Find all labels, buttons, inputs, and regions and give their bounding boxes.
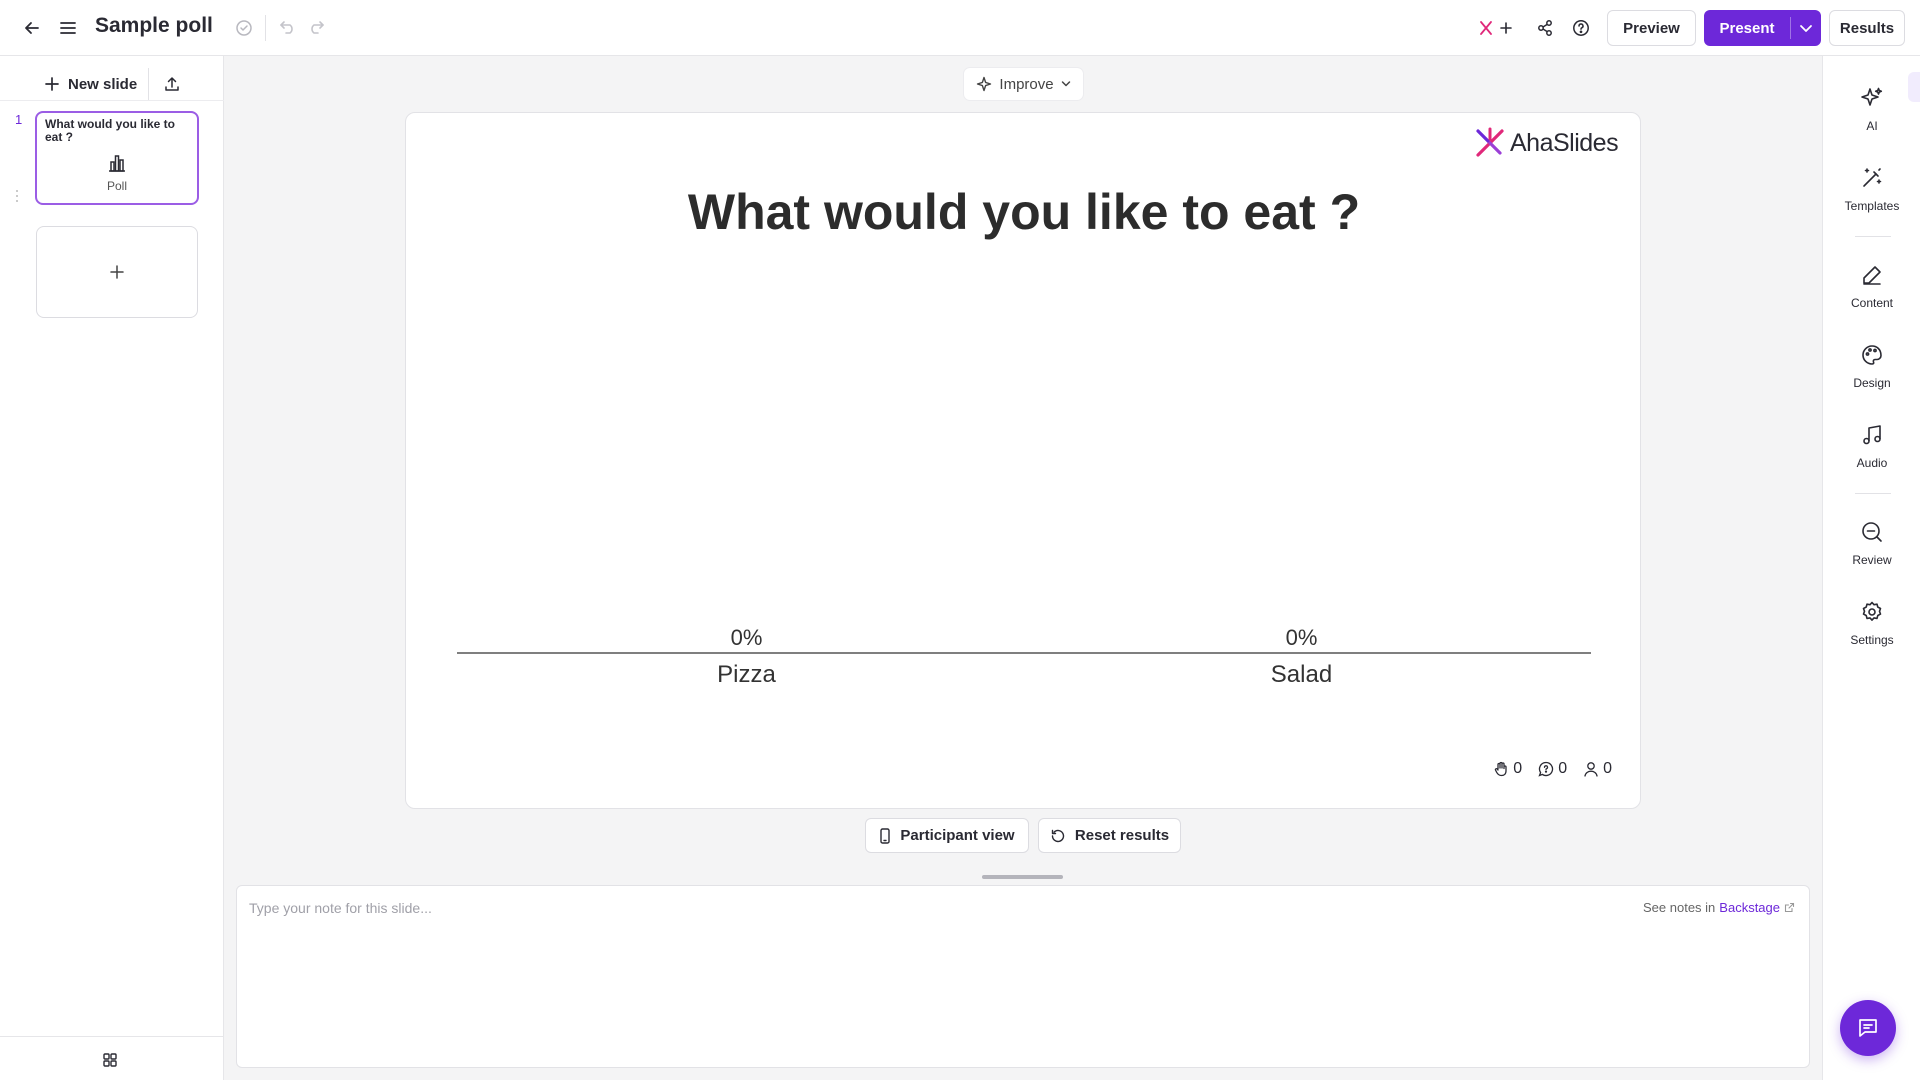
palette-icon xyxy=(1862,345,1882,365)
sparkle-icon xyxy=(977,76,992,92)
phone-icon xyxy=(880,827,891,844)
category-label: Salad xyxy=(1271,661,1332,688)
gear-icon xyxy=(1862,601,1882,621)
templates-panel-button[interactable]: Templates xyxy=(1823,166,1920,213)
participant-view-label: Participant view xyxy=(900,827,1015,844)
review-label: Review xyxy=(1852,553,1892,567)
audio-panel-button[interactable]: Audio xyxy=(1823,423,1920,470)
hand-icon xyxy=(1495,761,1507,777)
menu-icon[interactable] xyxy=(56,16,80,40)
reset-results-label: Reset results xyxy=(1074,827,1170,844)
bar-value-label: 0% xyxy=(731,625,763,650)
backstage-notes-hint: See notes in Backstage xyxy=(1643,900,1795,915)
undo-icon[interactable] xyxy=(277,16,299,38)
poll-results-chart: 0% Pizza 0% Salad xyxy=(457,625,1591,688)
questions-count: 0 xyxy=(1558,760,1568,777)
plus-icon xyxy=(110,265,124,279)
plus-icon xyxy=(45,77,59,91)
preview-button[interactable]: Preview xyxy=(1607,10,1696,46)
help-icon[interactable] xyxy=(1569,16,1593,40)
new-slide-label: New slide xyxy=(68,75,138,93)
user-icon xyxy=(1584,762,1598,777)
ai-panel-button[interactable]: AI xyxy=(1823,86,1920,133)
ai-add-icon[interactable] xyxy=(1474,15,1516,41)
speaker-notes[interactable]: Type your note for this slide... See not… xyxy=(236,885,1810,1068)
design-panel-button[interactable]: Design xyxy=(1823,343,1920,390)
improve-label: Improve xyxy=(999,75,1054,93)
slide-number: 1 xyxy=(15,112,23,127)
improve-button[interactable]: Improve xyxy=(964,68,1083,100)
divider xyxy=(148,68,149,100)
reset-icon xyxy=(1051,829,1065,842)
saved-check-icon xyxy=(233,17,255,39)
audio-label: Audio xyxy=(1856,456,1888,470)
drag-handle-icon[interactable] xyxy=(14,188,20,204)
slide-canvas[interactable]: AhaSlides What would you like to eat ? 0… xyxy=(405,112,1641,809)
pencil-icon xyxy=(1863,266,1881,285)
grid-view-icon[interactable] xyxy=(100,1050,120,1070)
design-label: Design xyxy=(1853,376,1891,390)
slide-thumbnail[interactable]: What would you like to eat ? Poll xyxy=(35,111,199,205)
backstage-link[interactable]: Backstage xyxy=(1719,900,1780,915)
chat-icon xyxy=(1859,1019,1877,1037)
notes-placeholder[interactable]: Type your note for this slide... xyxy=(249,900,432,916)
chevron-down-icon[interactable] xyxy=(1791,23,1821,33)
content-label: Content xyxy=(1850,296,1894,310)
external-link-icon xyxy=(1784,902,1795,913)
category-label: Pizza xyxy=(717,661,776,688)
back-arrow-icon[interactable] xyxy=(20,16,44,40)
document-title[interactable]: Sample poll xyxy=(95,14,213,38)
settings-label: Settings xyxy=(1850,633,1894,647)
resize-handle[interactable] xyxy=(982,875,1063,879)
divider xyxy=(0,100,224,101)
present-label: Present xyxy=(1719,19,1775,37)
content-panel-button[interactable]: Content xyxy=(1823,263,1920,310)
top-bar: Sample poll Preview Present Results xyxy=(0,0,1920,56)
magic-wand-icon xyxy=(1863,168,1882,187)
present-button[interactable]: Present xyxy=(1704,10,1821,46)
response-counters: 0 0 0 xyxy=(1494,760,1612,778)
participant-view-button[interactable]: Participant view xyxy=(865,818,1029,853)
divider xyxy=(1855,493,1891,494)
add-slide-button[interactable] xyxy=(36,226,198,318)
participants-counter: 0 xyxy=(1583,760,1612,778)
redo-icon[interactable] xyxy=(305,16,327,38)
bar-value-label: 0% xyxy=(1286,625,1318,650)
left-panel-footer xyxy=(0,1036,224,1080)
participants-count: 0 xyxy=(1603,760,1612,777)
templates-label: Templates xyxy=(1844,199,1900,213)
reset-results-button[interactable]: Reset results xyxy=(1038,818,1181,853)
upload-icon[interactable] xyxy=(160,72,184,96)
divider xyxy=(1855,236,1891,237)
ai-label: AI xyxy=(1866,119,1878,133)
right-panel: AI Templates Content Design Audio Review… xyxy=(1822,56,1920,1080)
slides-panel: New slide 1 What would you like to eat ?… xyxy=(0,56,224,1080)
settings-panel-button[interactable]: Settings xyxy=(1823,600,1920,647)
question-bubble-icon xyxy=(1538,761,1554,777)
results-button[interactable]: Results xyxy=(1829,10,1905,46)
new-slide-button[interactable]: New slide xyxy=(44,68,137,100)
share-icon[interactable] xyxy=(1533,16,1557,40)
questions-counter: 0 xyxy=(1538,760,1567,778)
chevron-down-icon xyxy=(1061,81,1070,87)
divider xyxy=(265,15,266,41)
chat-support-button[interactable] xyxy=(1840,1000,1896,1056)
review-panel-button[interactable]: Review xyxy=(1823,520,1920,567)
bar-chart-icon xyxy=(107,153,127,178)
thumbnail-title: What would you like to eat ? xyxy=(45,117,175,144)
review-search-icon xyxy=(1862,522,1882,542)
see-notes-text: See notes in xyxy=(1643,900,1716,915)
sparkle-icon xyxy=(1861,87,1883,106)
music-note-icon xyxy=(1863,425,1881,445)
thumbnail-type: Poll xyxy=(106,179,127,193)
reactions-counter: 0 xyxy=(1494,760,1522,778)
reactions-count: 0 xyxy=(1513,760,1523,777)
